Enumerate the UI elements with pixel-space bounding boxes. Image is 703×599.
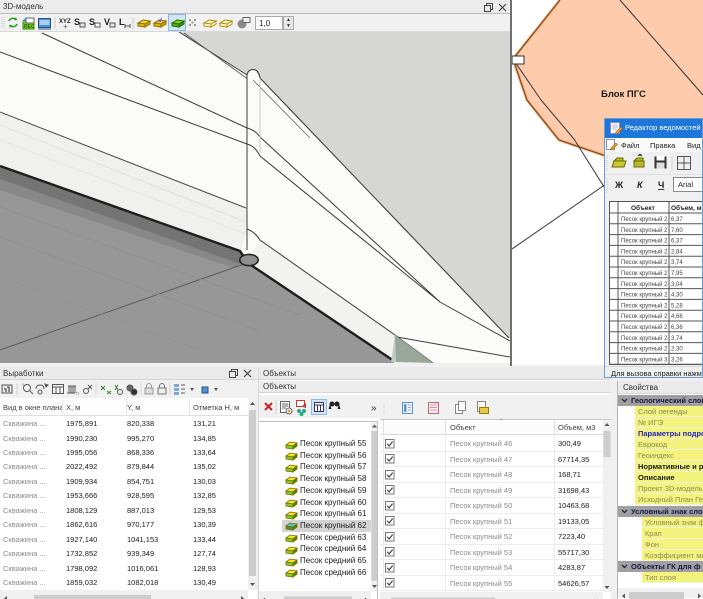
svg-text:6,37: 6,37	[671, 239, 683, 245]
svg-text:Песок крупный 2: Песок крупный 2	[621, 216, 668, 223]
svg-text:Ч: Ч	[658, 180, 664, 190]
svg-text:7,60: 7,60	[671, 228, 683, 234]
svg-text:3,74: 3,74	[671, 336, 683, 342]
svg-text:S: S	[89, 17, 95, 27]
svg-text:V: V	[104, 17, 110, 27]
svg-text:Песок крупный 2: Песок крупный 2	[621, 335, 668, 342]
svg-text:Песок крупный 2: Песок крупный 2	[621, 302, 668, 309]
svg-text:2,84: 2,84	[671, 249, 683, 255]
svg-text:Песок крупный 2: Песок крупный 2	[621, 259, 668, 266]
svg-text:3,74: 3,74	[671, 260, 683, 266]
svg-text:Песок крупный 2: Песок крупный 2	[621, 281, 668, 288]
svg-text:5,28: 5,28	[671, 303, 683, 309]
svg-text:»: »	[371, 403, 377, 414]
svg-text:Объем, м3: Объем, м3	[671, 204, 703, 212]
svg-text:L: L	[119, 17, 125, 27]
svg-text:4,66: 4,66	[671, 314, 683, 320]
svg-text:Объект: Объект	[631, 204, 655, 212]
svg-text:6,37: 6,37	[671, 217, 683, 223]
svg-text:Блок ПГС: Блок ПГС	[601, 89, 646, 100]
svg-text:Песок крупный 3: Песок крупный 3	[621, 356, 668, 363]
svg-text:К: К	[637, 180, 644, 190]
svg-text:Ж: Ж	[614, 180, 624, 190]
svg-text:Песок крупный 2: Песок крупный 2	[621, 248, 668, 255]
svg-text:Песок крупный 2: Песок крупный 2	[621, 238, 668, 245]
svg-text:7,95: 7,95	[671, 271, 683, 277]
svg-text:2,30: 2,30	[671, 347, 683, 353]
svg-text:□: □	[76, 391, 79, 397]
svg-text:S: S	[74, 17, 80, 27]
svg-text:3,04: 3,04	[671, 282, 683, 288]
svg-text:Песок крупный 2: Песок крупный 2	[621, 346, 668, 353]
svg-text:3,26: 3,26	[671, 357, 683, 363]
svg-text:Песок крупный 2: Песок крупный 2	[621, 324, 668, 331]
svg-text:REC: REC	[24, 24, 35, 30]
svg-text:+: +	[63, 22, 68, 31]
svg-text:Песок крупный 2: Песок крупный 2	[621, 292, 668, 299]
svg-text:4,30: 4,30	[671, 293, 683, 299]
svg-text:6,36: 6,36	[671, 325, 683, 331]
svg-text:Песок крупный 2: Песок крупный 2	[621, 313, 668, 320]
svg-text:Песок крупный 2: Песок крупный 2	[621, 270, 668, 277]
svg-text:Песок крупный 2: Песок крупный 2	[621, 227, 668, 234]
